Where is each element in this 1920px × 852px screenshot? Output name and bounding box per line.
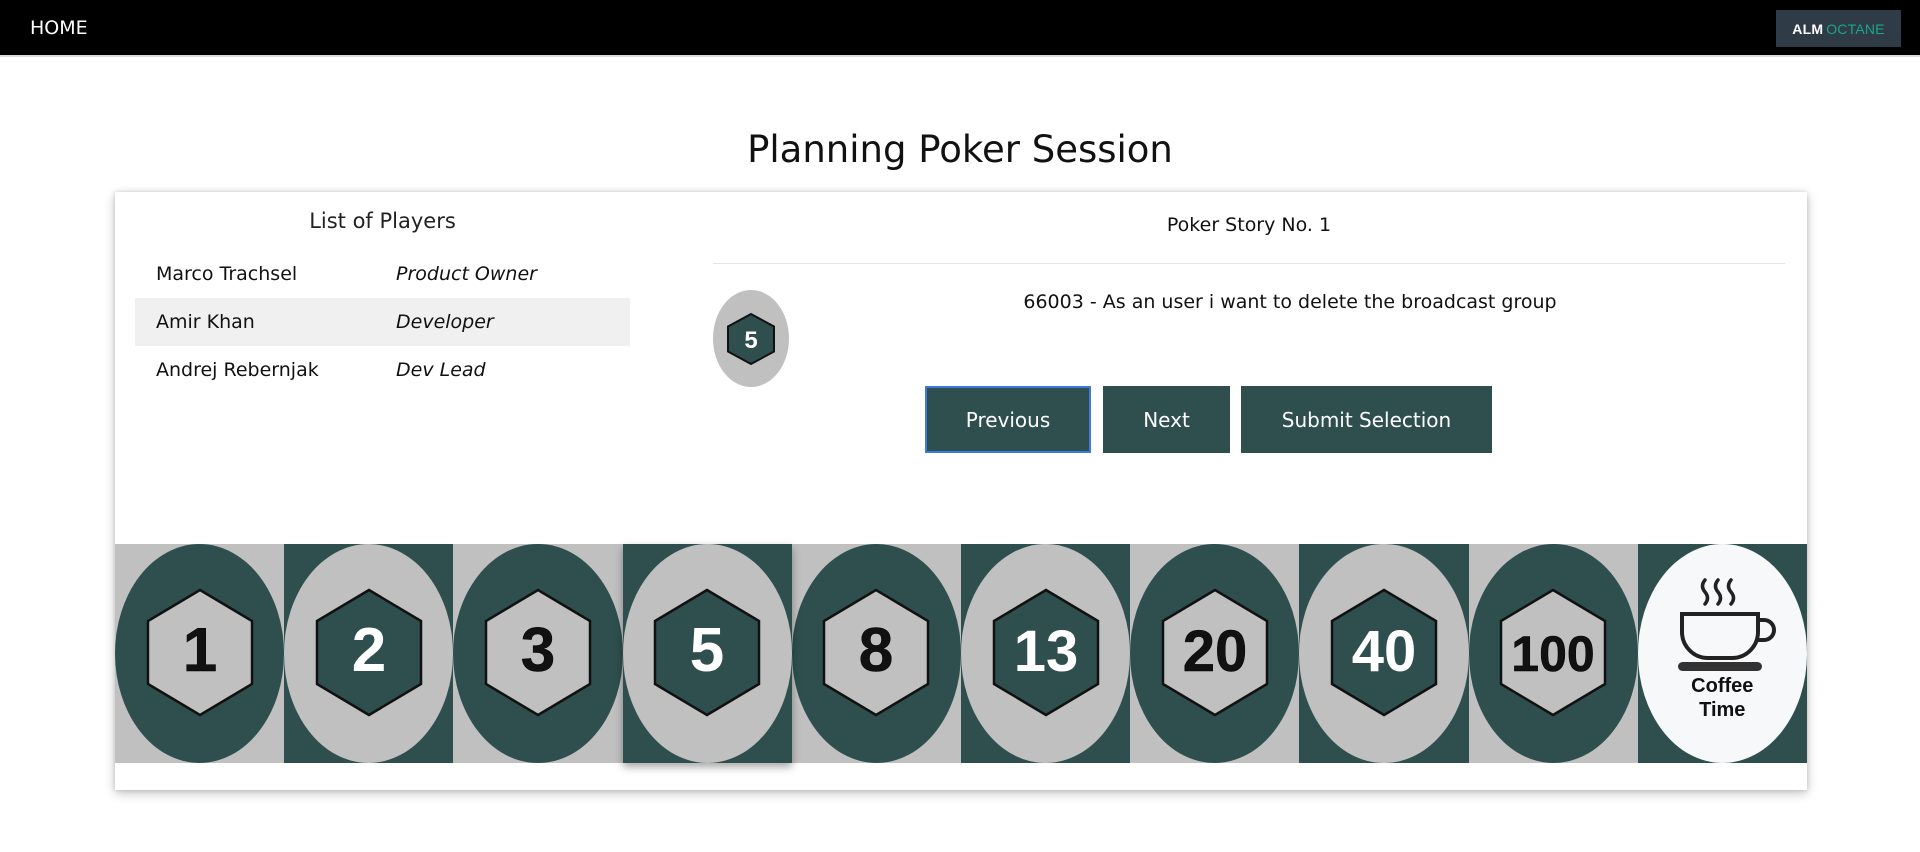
home-link[interactable]: HOME [30, 17, 88, 39]
top-navbar: HOME ALM OCTANE [0, 0, 1920, 57]
card-value: 20 [1182, 619, 1247, 684]
player-name: Andrej Rebernjak [156, 359, 319, 381]
hexagon-icon: 3 [484, 588, 592, 717]
poker-card-20[interactable]: 20 [1130, 544, 1300, 763]
next-button[interactable]: Next [1103, 386, 1230, 453]
story-title: Poker Story No. 1 [1166, 214, 1332, 236]
hexagon-icon: 100 [1499, 588, 1607, 717]
logo-octane-text: OCTANE [1826, 20, 1885, 37]
hexagon-icon: 13 [992, 588, 1099, 717]
alm-octane-logo[interactable]: ALM OCTANE [1776, 10, 1901, 47]
selected-hexagon-icon: 5 [727, 312, 775, 366]
card-value: 5 [690, 616, 724, 685]
poker-card-strip: 1 2 3 5 8 13 20 40 100 Coffee Time [115, 544, 1807, 763]
hexagon-icon: 40 [1330, 588, 1438, 717]
submit-selection-button[interactable]: Submit Selection [1241, 386, 1492, 453]
logo-alm-text: ALM [1792, 20, 1824, 37]
coffee-card-label: Coffee Time [1638, 674, 1807, 722]
poker-card-40[interactable]: 40 [1299, 544, 1469, 763]
coffee-label-line1: Coffee [1691, 675, 1754, 697]
hexagon-icon: 8 [823, 588, 930, 717]
selected-card-indicator: 5 [713, 290, 789, 387]
coffee-cup-icon [1677, 578, 1776, 671]
player-row: Marco Trachsel Product Owner [135, 250, 630, 298]
page-title: Planning Poker Session [747, 128, 1173, 171]
story-divider [713, 263, 1785, 264]
card-value: 3 [521, 616, 555, 685]
selected-card-value: 5 [744, 327, 757, 354]
card-value: 100 [1511, 626, 1594, 682]
player-role: Developer [396, 311, 494, 333]
poker-card-2[interactable]: 2 [284, 544, 454, 763]
poker-card-8[interactable]: 8 [791, 544, 961, 763]
story-description: 66003 - As an user i want to delete the … [1023, 291, 1557, 313]
hexagon-icon: 20 [1161, 588, 1268, 717]
hexagon-icon: 2 [315, 588, 423, 717]
previous-button[interactable]: Previous [925, 386, 1091, 453]
poker-card-13[interactable]: 13 [960, 544, 1131, 763]
coffee-label-line2: Time [1699, 699, 1746, 721]
card-value: 1 [182, 616, 216, 685]
card-value: 2 [352, 616, 386, 685]
player-name: Marco Trachsel [156, 263, 298, 285]
poker-card-5[interactable]: 5 [622, 544, 792, 763]
player-row: Andrej Rebernjak Dev Lead [135, 346, 630, 394]
poker-card-coffee[interactable]: Coffee Time [1637, 544, 1807, 763]
player-row: Amir Khan Developer [135, 298, 630, 346]
player-role: Dev Lead [396, 359, 486, 381]
hexagon-icon: 5 [653, 588, 761, 717]
poker-card-3[interactable]: 3 [453, 544, 623, 763]
hexagon-icon: 1 [146, 588, 253, 717]
player-role: Product Owner [396, 263, 537, 285]
card-value: 8 [859, 616, 893, 685]
players-table: Marco Trachsel Product Owner Amir Khan D… [135, 250, 630, 394]
player-name: Amir Khan [156, 311, 255, 333]
poker-card-1[interactable]: 1 [115, 544, 285, 763]
poker-session-card: List of Players Marco Trachsel Product O… [115, 192, 1807, 790]
card-value: 40 [1352, 619, 1417, 684]
players-title: List of Players [309, 209, 456, 233]
card-value: 13 [1013, 619, 1078, 684]
poker-card-100[interactable]: 100 [1468, 544, 1638, 763]
